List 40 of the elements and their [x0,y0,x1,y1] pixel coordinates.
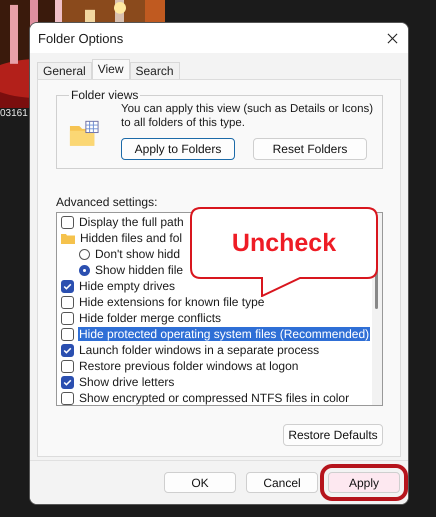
tab[interactable]: General [37,62,92,79]
tab[interactable]: View [92,59,130,79]
setting-label[interactable]: Don't show hidd [94,247,182,261]
setting-label[interactable]: Hide protected operating system files (Recommended) [78,327,370,341]
radio-button[interactable] [79,248,90,260]
setting-label[interactable]: Display the full path [78,215,185,229]
setting-label[interactable]: Launch folder windows in a separate process [78,343,320,357]
window-title: Folder Options [38,30,124,46]
checkbox[interactable] [61,328,74,340]
folder-button[interactable]: Apply to Folders [121,138,235,160]
checkbox[interactable] [61,216,74,228]
radio-button[interactable] [79,264,90,276]
close-icon[interactable] [387,32,398,44]
group-title: Folder views [70,88,140,102]
setting-label[interactable]: Restore previous folder windows at logon [78,359,300,373]
checkbox[interactable] [61,376,74,388]
setting-label[interactable]: Hide extensions for known file type [78,295,266,309]
setting-label[interactable]: Hidden files and fol [79,231,184,245]
checkbox[interactable] [61,360,74,372]
setting-label[interactable]: Hide empty drives [78,279,176,293]
setting-label[interactable]: Hide folder merge conflicts [78,311,222,325]
restore-defaults-button[interactable]: Restore Defaults [283,424,383,446]
checkbox[interactable] [61,312,74,324]
folder-icon [61,232,75,244]
folder-button[interactable]: Reset Folders [253,138,367,160]
folder-icon [69,120,99,147]
section-label: Advanced settings: [56,195,158,209]
tab[interactable]: Search [130,62,180,79]
callout-text: Uncheck [232,228,336,258]
dialog-button[interactable]: Cancel [246,472,318,493]
setting-label[interactable]: Show hidden file [94,263,184,277]
setting-label[interactable]: Show encrypted or compressed NTFS files in color [78,391,350,405]
description-text: You can apply this view (such as Details or Icons) to all folders of this type. [121,102,374,130]
checkbox[interactable] [61,392,74,404]
dialog-button[interactable]: OK [164,472,236,493]
checkbox[interactable] [61,344,74,356]
checkbox[interactable] [61,296,74,308]
setting-label[interactable]: Show drive letters [78,375,176,389]
checkbox[interactable] [61,280,74,292]
file-name: 03161 [0,108,28,119]
